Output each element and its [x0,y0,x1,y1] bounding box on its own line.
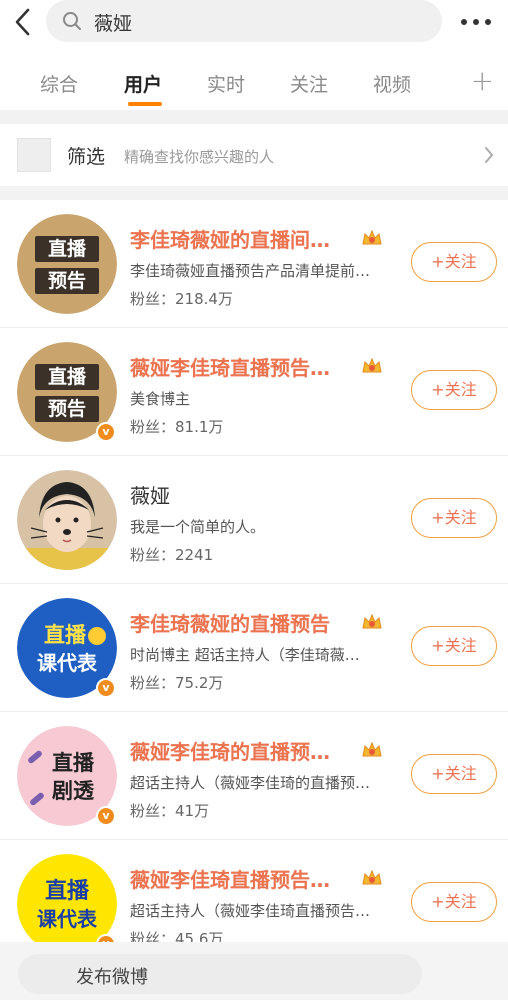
crown-icon [362,229,382,245]
user-row[interactable]: 直播 课代表 v 李佳琦薇娅的直播预告 时尚博主 超话主持人（李佳琦薇… 粉丝：… [0,584,508,712]
fans-count: 粉丝：41万 [130,802,210,820]
header: 薇娅 [0,0,508,50]
verified-badge-icon: v [96,678,116,698]
follow-button[interactable]: +关注 [411,754,497,794]
user-name[interactable]: 薇娅李佳琦直播预告… [130,864,330,893]
verified-badge-icon: v [96,806,116,826]
user-row[interactable]: 薇娅 我是一个简单的人。 粉丝：2241 +关注 [0,456,508,584]
follow-button[interactable]: +关注 [411,370,497,410]
user-description: 超话主持人（薇娅李佳琦的直播预… [130,774,371,792]
fans-count: 粉丝：218.4万 [130,290,233,308]
user-name[interactable]: 李佳琦薇娅的直播预告 [130,608,330,637]
publish-label: 发布微博 [76,967,148,988]
user-name[interactable]: 李佳琦薇娅的直播间… [130,224,330,253]
tab-realtime[interactable]: 实时 [207,70,245,97]
tab-video[interactable]: 视频 [373,70,411,97]
user-name[interactable]: 薇娅李佳琦的直播预… [130,736,330,765]
filter-description: 精确查找你感兴趣的人 [124,148,275,166]
crown-icon [362,869,382,885]
user-row[interactable]: 直播 预告 v 薇娅李佳琦直播预告… 美食博主 粉丝：81.1万 +关注 [0,328,508,456]
publish-weibo-input[interactable]: 发布微博 [18,954,422,994]
avatar-text: 直播 [45,878,90,904]
chevron-right-icon [485,147,494,163]
avatar-text: 预告 [48,269,86,292]
fans-count: 粉丝：81.1万 [130,418,224,436]
crown-icon [362,613,382,629]
back-arrow-icon[interactable] [8,6,40,38]
divider [0,186,508,200]
avatar-text: 直播 [48,365,87,388]
avatar-text: 直播 [44,623,87,647]
bottom-bar: 发布微博 [0,942,508,1000]
search-icon [63,12,81,30]
user-list: 直播 预告 李佳琦薇娅的直播间… 李佳琦薇娅直播预告产品清单提前… 粉丝：218… [0,200,508,968]
active-tab-indicator [128,102,162,106]
tab-comprehensive[interactable]: 综合 [40,70,78,97]
tab-following[interactable]: 关注 [290,70,328,97]
avatar-text: 预告 [48,397,86,420]
avatar[interactable]: 直播 预告 [17,214,117,314]
avatar-text: 剧透 [52,779,95,803]
follow-button[interactable]: +关注 [411,626,497,666]
user-name[interactable]: 薇娅 [130,480,170,509]
crown-icon [362,741,382,757]
fans-count: 粉丝：75.2万 [130,674,224,692]
filter-row[interactable]: 筛选 精确查找你感兴趣的人 [0,124,508,186]
user-description: 美食博主 [130,390,191,408]
filter-icon [17,138,51,172]
avatar-text: 课代表 [37,651,98,675]
search-input[interactable]: 薇娅 [46,0,442,42]
crown-icon [362,357,382,373]
verified-badge-icon: v [96,422,116,442]
user-description: 李佳琦薇娅直播预告产品清单提前… [130,262,371,280]
user-description: 超话主持人（薇娅李佳琦直播预告… [130,902,371,920]
avatar[interactable] [17,470,117,570]
add-tab-icon[interactable]: + [471,64,494,97]
divider [0,110,508,124]
user-row[interactable]: 直播 剧透 v 薇娅李佳琦的直播预… 超话主持人（薇娅李佳琦的直播预… 粉丝：4… [0,712,508,840]
fans-count: 粉丝：2241 [130,546,214,564]
avatar-text: 直播 [48,237,87,260]
follow-button[interactable]: +关注 [411,498,497,538]
follow-button[interactable]: +关注 [411,242,497,282]
avatar-text: 直播 [52,751,95,775]
user-name[interactable]: 薇娅李佳琦直播预告… [130,352,330,381]
avatar-text: 课代表 [37,907,98,931]
filter-title: 筛选 [67,146,106,168]
user-row[interactable]: 直播 预告 李佳琦薇娅的直播间… 李佳琦薇娅直播预告产品清单提前… 粉丝：218… [0,200,508,328]
follow-button[interactable]: +关注 [411,882,497,922]
tab-users[interactable]: 用户 [124,70,162,97]
more-icon[interactable] [460,18,492,26]
search-query: 薇娅 [94,13,133,35]
tab-bar: 综合 用户 实时 关注 视频 + [0,52,508,110]
user-description: 我是一个简单的人。 [130,518,266,536]
user-description: 时尚博主 超话主持人（李佳琦薇… [130,646,360,664]
